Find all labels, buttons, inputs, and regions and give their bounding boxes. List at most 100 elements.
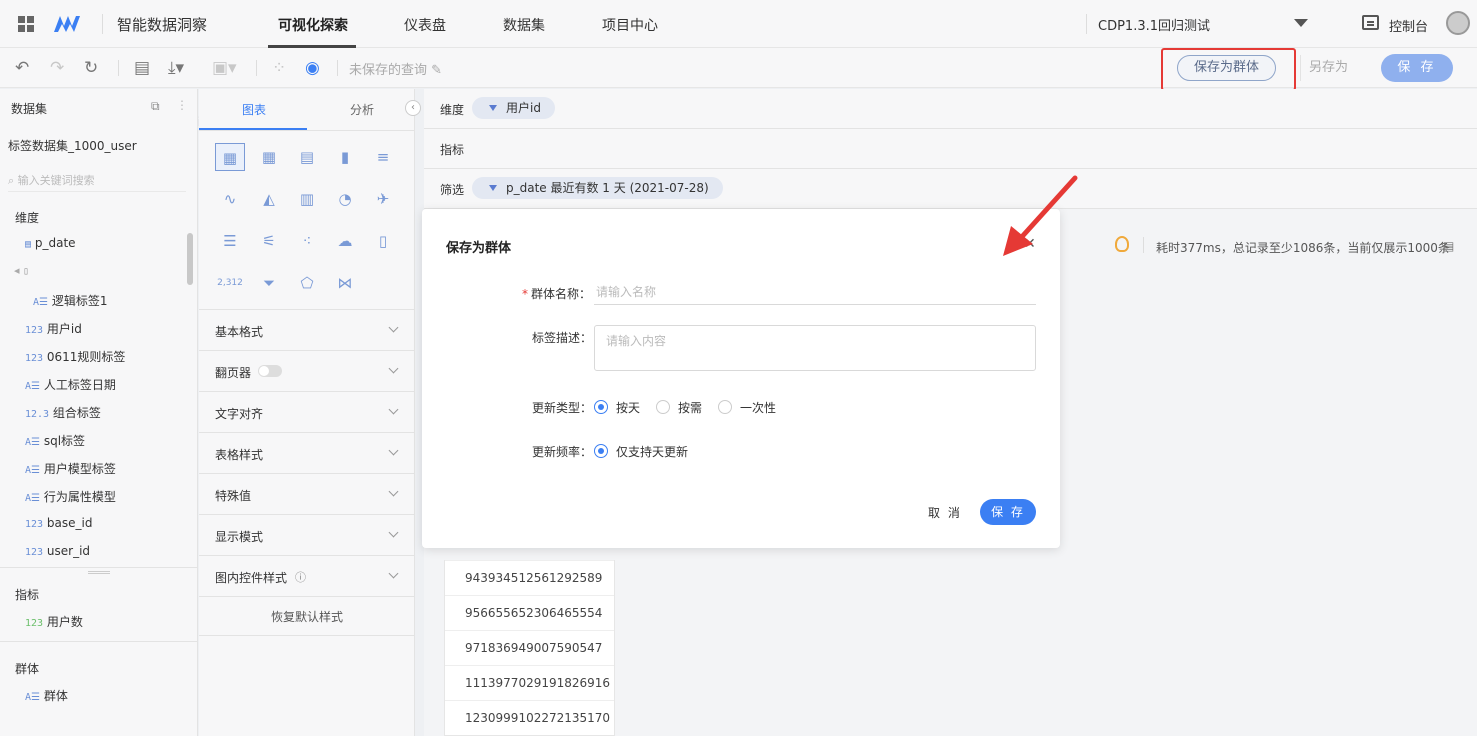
- download-icon[interactable]: ⤓▾: [168, 59, 184, 77]
- sql-icon[interactable]: ▤: [1443, 239, 1454, 253]
- prop-pager[interactable]: 翻页器: [199, 350, 415, 391]
- tab-chart[interactable]: 图表: [242, 101, 266, 118]
- histogram-icon[interactable]: ▯: [368, 227, 398, 255]
- save-button[interactable]: 保 存: [1381, 54, 1453, 82]
- list-item[interactable]: 123 base_id: [25, 516, 92, 530]
- chevron-down-icon: [388, 527, 399, 538]
- list-item[interactable]: A☰ 逻辑标签1: [33, 292, 107, 309]
- dimension-pill[interactable]: 用户id: [472, 97, 555, 119]
- area-chart-icon[interactable]: ◭: [254, 185, 284, 213]
- app-title: 智能数据洞察: [117, 16, 208, 34]
- divider: [102, 14, 103, 34]
- reset-style-button[interactable]: 恢复默认样式: [199, 596, 415, 636]
- word-cloud-icon[interactable]: ☁: [330, 227, 360, 255]
- pie-chart-icon[interactable]: ◔: [330, 185, 360, 213]
- refresh-icon[interactable]: ↻: [84, 59, 98, 77]
- avatar[interactable]: [1446, 11, 1470, 35]
- list-item[interactable]: 123 用户id: [25, 320, 82, 337]
- dimension-header: 维度: [15, 211, 40, 225]
- console-link[interactable]: 控制台: [1389, 16, 1428, 35]
- layout-icon[interactable]: ⁘: [272, 59, 286, 77]
- save-as-button[interactable]: 另存为: [1300, 55, 1356, 81]
- group-name-field[interactable]: 请输入名称: [594, 282, 1036, 305]
- tab-analysis[interactable]: 分析: [350, 101, 374, 118]
- cancel-button[interactable]: 取 消: [928, 504, 962, 521]
- list-item[interactable]: A☰ 用户模型标签: [25, 460, 116, 477]
- kpi-icon[interactable]: 2,312: [215, 269, 245, 297]
- list-item[interactable]: 12.3 组合标签: [25, 404, 101, 421]
- app-grid-icon[interactable]: [18, 16, 34, 32]
- folder-icon: ▯: [23, 266, 30, 277]
- collapse-icon[interactable]: ‹: [405, 100, 421, 116]
- prop-table-style[interactable]: 表格样式: [199, 432, 415, 473]
- tab-dashboard[interactable]: 仪表盘: [404, 15, 446, 35]
- table-row: 971836949007590547: [445, 630, 614, 665]
- radio-label: 一次性: [740, 401, 777, 415]
- export-icon[interactable]: ▣▾: [212, 59, 237, 77]
- console-icon[interactable]: [1362, 15, 1379, 30]
- text-icon: A☰: [33, 297, 48, 308]
- combo-chart-icon[interactable]: ▥: [292, 185, 322, 213]
- prop-text-align[interactable]: 文字对齐: [199, 391, 415, 432]
- list-item[interactable]: ◂ ▯: [14, 264, 29, 277]
- prop-special-values[interactable]: 特殊值: [199, 473, 415, 514]
- table-chart-icon[interactable]: ▦: [215, 143, 245, 171]
- pager-toggle[interactable]: [258, 365, 282, 377]
- chevron-down-icon[interactable]: [1294, 19, 1308, 27]
- line-chart-icon[interactable]: ∿: [215, 185, 245, 213]
- query-title[interactable]: 未保存的查询 ✎: [349, 59, 442, 78]
- radio-label: 按需: [678, 401, 703, 415]
- radio-on-demand[interactable]: [656, 400, 670, 414]
- radar-icon[interactable]: ⬠: [292, 269, 322, 297]
- list-item[interactable]: A☰ 群体: [25, 687, 68, 704]
- detail-table-icon[interactable]: ▤: [292, 143, 322, 171]
- more-icon[interactable]: ⋮: [176, 98, 188, 112]
- trend-icon[interactable]: ⚟: [254, 227, 284, 255]
- dialog-save-button[interactable]: 保 存: [980, 499, 1036, 525]
- stacked-icon[interactable]: ☰: [215, 227, 245, 255]
- search-input[interactable]: ⌕ 输入关键词搜索: [8, 172, 186, 192]
- undo-icon[interactable]: ↶: [15, 59, 29, 77]
- tab-visual-explore[interactable]: 可视化探索: [278, 15, 348, 35]
- dataset-switch-icon[interactable]: ⧉: [151, 99, 160, 114]
- resize-handle[interactable]: [88, 571, 110, 574]
- pivot-table-icon[interactable]: ▦: [254, 143, 284, 171]
- redo-icon[interactable]: ↷: [50, 59, 64, 77]
- tab-dataset[interactable]: 数据集: [503, 15, 545, 35]
- description-label: 标签描述：: [532, 331, 593, 345]
- metric-shelf: 指标: [424, 129, 1477, 169]
- list-item[interactable]: 123 0611规则标签: [25, 348, 125, 365]
- bar-chart-icon[interactable]: ▮: [330, 143, 360, 171]
- radio-daily-only[interactable]: [594, 444, 608, 458]
- list-item[interactable]: ▤ p_date: [25, 236, 76, 250]
- prop-basic-format[interactable]: 基本格式: [199, 309, 415, 350]
- list-item[interactable]: 123 user_id: [25, 544, 90, 558]
- list-item[interactable]: A☰ 人工标签日期: [25, 376, 116, 393]
- filter-pill[interactable]: p_date 最近有数 1 天 (2021-07-28): [472, 177, 723, 199]
- sankey-icon[interactable]: ⋈: [330, 269, 360, 297]
- tab-project-center[interactable]: 项目中心: [602, 15, 658, 35]
- radio-daily[interactable]: [594, 400, 608, 414]
- list-item[interactable]: A☰ 行为属性模型: [25, 488, 116, 505]
- scatter-icon[interactable]: ⁖: [292, 227, 322, 255]
- map-icon[interactable]: ✈: [368, 185, 398, 213]
- divider: [0, 567, 198, 568]
- radio-one-time[interactable]: [718, 400, 732, 414]
- filter-shelf: 筛选 p_date 最近有数 1 天 (2021-07-28): [424, 169, 1477, 209]
- lightbulb-icon[interactable]: [1115, 236, 1129, 252]
- project-selector[interactable]: CDP1.3.1回归测试: [1098, 15, 1210, 34]
- description-field[interactable]: 请输入内容: [594, 325, 1036, 371]
- list-item[interactable]: 123 用户数: [25, 613, 83, 630]
- prop-display-mode[interactable]: 显示模式: [199, 514, 415, 555]
- dataset-name[interactable]: 标签数据集_1000_user: [8, 137, 137, 154]
- horizontal-bar-icon[interactable]: ≡: [368, 143, 398, 171]
- preview-icon[interactable]: ◉: [305, 59, 320, 77]
- list-item[interactable]: A☰ sql标签: [25, 432, 85, 449]
- table-row: 943934512561292589: [445, 560, 614, 595]
- prop-widget-style[interactable]: 图内控件样式 ⓘ: [199, 555, 415, 596]
- query-icon[interactable]: ▤: [134, 59, 150, 77]
- chevron-down-icon: [388, 404, 399, 415]
- metric-header: 指标: [15, 588, 40, 602]
- funnel-icon[interactable]: ⏷: [254, 269, 284, 297]
- scrollbar[interactable]: [187, 233, 193, 285]
